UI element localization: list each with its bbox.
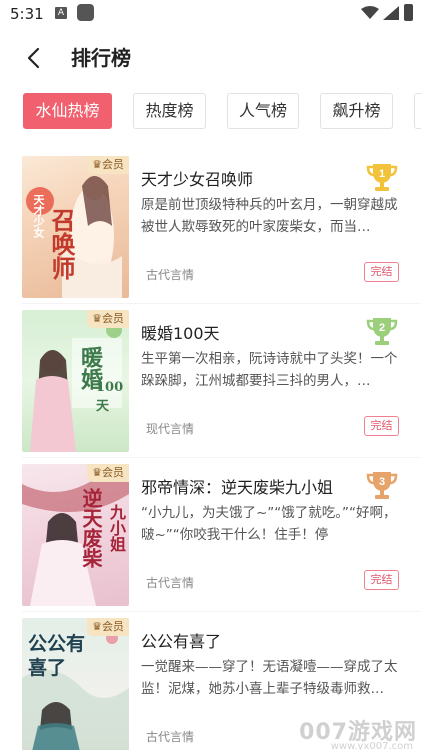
divider xyxy=(22,303,421,304)
ranking-tabs: 水仙热榜 热度榜 人气榜 飙升榜 xyxy=(0,93,421,133)
list-item[interactable]: 暖婚 100天 ♛会员 暖婚100天 2 生平第一次相亲，阮诗诗就中了头奖！一个… xyxy=(0,306,421,458)
trophy-gold-icon: 1 xyxy=(366,164,398,191)
cover-title: 公公有喜了 xyxy=(28,633,86,679)
book-title: 公公有喜了 xyxy=(141,632,222,651)
divider xyxy=(22,457,421,458)
book-category: 古代言情 xyxy=(146,730,195,744)
status-bar: 5:31 A xyxy=(0,0,421,30)
rank-number: 2 xyxy=(379,322,385,334)
status-time: 5:31 xyxy=(10,5,44,23)
vip-badge: ♛会员 xyxy=(87,618,129,636)
book-cover[interactable]: 公公有喜了 ♛会员 xyxy=(22,618,129,750)
battery-icon xyxy=(404,4,413,21)
book-title: 暖婚100天 xyxy=(141,324,220,343)
cover-subtitle: 100天 xyxy=(96,380,124,414)
status-badge: 完结 xyxy=(364,262,399,282)
status-badge: 完结 xyxy=(364,416,399,436)
book-cover[interactable]: 天才少女 召唤师 ♛会员 xyxy=(22,156,129,298)
status-badge: 完结 xyxy=(364,570,399,590)
trophy-silver-icon: 2 xyxy=(366,318,398,345)
cover-title: 逆天废柴 xyxy=(79,488,103,568)
book-description: “小九儿，为夫饿了~”“饿了就吃。”“好啊，啵~”“你咬我干什么！住手！停下……… xyxy=(141,505,397,543)
tab-more[interactable] xyxy=(414,93,421,129)
notification-icon: A xyxy=(55,7,67,19)
list-item[interactable]: 逆天废柴 九小姐 ♛会员 邪帝情深：逆天废柴九小姐 3 “小九儿，为夫饿了~”“… xyxy=(0,460,421,612)
trophy-bronze-icon: 3 xyxy=(366,472,398,499)
tab-hot[interactable]: 热度榜 xyxy=(133,93,206,129)
book-description: 原是前世顶级特种兵的叶玄月，一朝穿越成被世人欺辱致死的叶家废柴女，而当… xyxy=(141,197,398,235)
divider xyxy=(22,611,421,612)
book-title: 邪帝情深：逆天废柴九小姐 xyxy=(141,478,334,497)
vip-badge: ♛会员 xyxy=(87,156,129,174)
vip-badge: ♛会员 xyxy=(87,310,129,328)
vip-label: 会员 xyxy=(101,466,124,479)
cover-title: 召唤师 xyxy=(47,208,76,280)
tab-popular[interactable]: 人气榜 xyxy=(227,93,299,129)
chevron-left-icon xyxy=(27,47,40,69)
book-description: 一觉醒来——穿了！无语凝噎——穿成了太监！泥煤，她苏小喜上辈子特级毒师救… xyxy=(141,659,398,697)
list-item[interactable]: 天才少女 召唤师 ♛会员 天才少女召唤师 1 原是前世顶级特种兵的叶玄月，一朝穿… xyxy=(0,152,421,304)
vip-label: 会员 xyxy=(101,312,124,325)
signal-icon xyxy=(383,6,399,20)
cover-subtitle: 九小姐 xyxy=(107,504,126,552)
cover-subtitle: 天才少女 xyxy=(32,194,45,238)
book-cover[interactable]: 暖婚 100天 ♛会员 xyxy=(22,310,129,452)
wifi-icon xyxy=(361,6,379,19)
book-category: 古代言情 xyxy=(146,268,195,282)
tab-shuixian-hot[interactable]: 水仙热榜 xyxy=(23,93,112,129)
page-title: 排行榜 xyxy=(71,46,131,70)
header: 排行榜 xyxy=(0,30,421,86)
vip-badge: ♛会员 xyxy=(87,464,129,482)
tab-rising[interactable]: 飙升榜 xyxy=(320,93,393,129)
rank-number: 1 xyxy=(379,168,385,180)
book-cover[interactable]: 逆天废柴 九小姐 ♛会员 xyxy=(22,464,129,606)
vip-label: 会员 xyxy=(101,158,124,171)
app-notification-icon xyxy=(77,4,94,21)
watermark-url: www.yx007.com xyxy=(330,741,413,750)
book-description: 生平第一次相亲，阮诗诗就中了头奖！一个跺跺脚，江州城都要抖三抖的男人，… xyxy=(141,351,398,389)
rank-number: 3 xyxy=(379,476,385,488)
back-button[interactable] xyxy=(20,44,48,72)
vip-label: 会员 xyxy=(101,620,124,633)
book-title: 天才少女召唤师 xyxy=(141,170,254,189)
book-category: 古代言情 xyxy=(146,576,195,590)
book-category: 现代言情 xyxy=(146,422,195,436)
